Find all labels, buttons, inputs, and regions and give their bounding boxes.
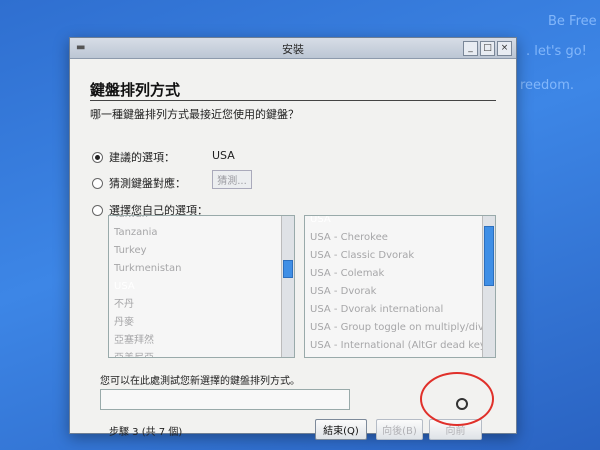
test-field-label: 您可以在此處測試您新選擇的鍵盤排列方式。 bbox=[100, 376, 300, 387]
list-item[interactable]: Turkey bbox=[109, 242, 294, 260]
country-scrollbar[interactable] bbox=[281, 216, 294, 357]
back-button[interactable]: 向後(B) bbox=[376, 419, 423, 440]
country-list[interactable]: Taiwan Tanzania Turkey Turkmenistan USA … bbox=[108, 215, 295, 358]
radio-suggested-label: 建議的選項： bbox=[109, 151, 175, 164]
list-item-selected[interactable]: USA bbox=[305, 216, 495, 229]
radio-suggested[interactable]: 建議的選項： bbox=[92, 149, 175, 165]
radio-guess-label: 猜測鍵盤對應： bbox=[109, 177, 186, 190]
maximize-button[interactable]: □ bbox=[480, 41, 495, 56]
list-item[interactable]: Turkmenistan bbox=[109, 260, 294, 278]
layout-scroll-thumb[interactable] bbox=[484, 226, 494, 286]
radio-suggested-indicator[interactable] bbox=[92, 151, 103, 163]
title-divider bbox=[90, 100, 496, 101]
radio-guess-indicator[interactable] bbox=[92, 177, 103, 189]
list-item[interactable]: USA - Cherokee bbox=[305, 229, 495, 247]
list-item[interactable]: USA - Group toggle on multiply/divi bbox=[305, 319, 495, 337]
country-scroll-thumb[interactable] bbox=[283, 260, 293, 278]
desktop-text-2: . let's go! bbox=[526, 44, 587, 59]
radio-guess[interactable]: 猜測鍵盤對應： bbox=[92, 175, 186, 191]
list-item[interactable]: USA - Classic Dvorak bbox=[305, 247, 495, 265]
guess-button[interactable]: 猜測... bbox=[212, 170, 252, 189]
page-question: 哪一種鍵盤排列方式最接近您使用的鍵盤？ bbox=[90, 108, 299, 121]
layout-scrollbar[interactable] bbox=[482, 216, 495, 357]
list-item[interactable]: USA - Dvorak bbox=[305, 283, 495, 301]
list-item[interactable]: Taiwan bbox=[109, 216, 294, 224]
minimize-button[interactable]: _ bbox=[463, 41, 478, 56]
radio-own-indicator[interactable] bbox=[92, 204, 103, 216]
window-title: 安裝 bbox=[282, 43, 304, 56]
busy-cursor-icon bbox=[456, 398, 468, 410]
list-item[interactable]: USA - Colemak bbox=[305, 265, 495, 283]
layout-list[interactable]: USA USA - Cherokee USA - Classic Dvorak … bbox=[304, 215, 496, 358]
list-item[interactable]: 亞美尼亞 bbox=[109, 350, 294, 357]
close-button[interactable]: × bbox=[497, 41, 512, 56]
list-item[interactable]: USA - Dvorak international bbox=[305, 301, 495, 319]
step-indicator: 步驟 3 (共 7 個) bbox=[109, 427, 183, 438]
page-title: 鍵盤排列方式 bbox=[90, 81, 181, 99]
list-item[interactable]: USA - International (AltGr dead keys bbox=[305, 337, 495, 355]
list-item-selected[interactable]: USA bbox=[109, 278, 294, 296]
suggested-layout-value: USA bbox=[212, 149, 235, 162]
list-item[interactable]: 丹麥 bbox=[109, 314, 294, 332]
desktop-text-3: reedom. bbox=[520, 78, 575, 93]
test-input[interactable] bbox=[100, 389, 350, 410]
list-item[interactable]: 不丹 bbox=[109, 296, 294, 314]
finish-button[interactable]: 結束(Q) bbox=[315, 419, 367, 440]
desktop-text-1: Be Free bbox=[548, 14, 597, 29]
list-item[interactable]: 亞塞拜然 bbox=[109, 332, 294, 350]
window-titlebar[interactable]: ▬ 安裝 _ □ × bbox=[70, 38, 516, 59]
list-item[interactable]: Tanzania bbox=[109, 224, 294, 242]
